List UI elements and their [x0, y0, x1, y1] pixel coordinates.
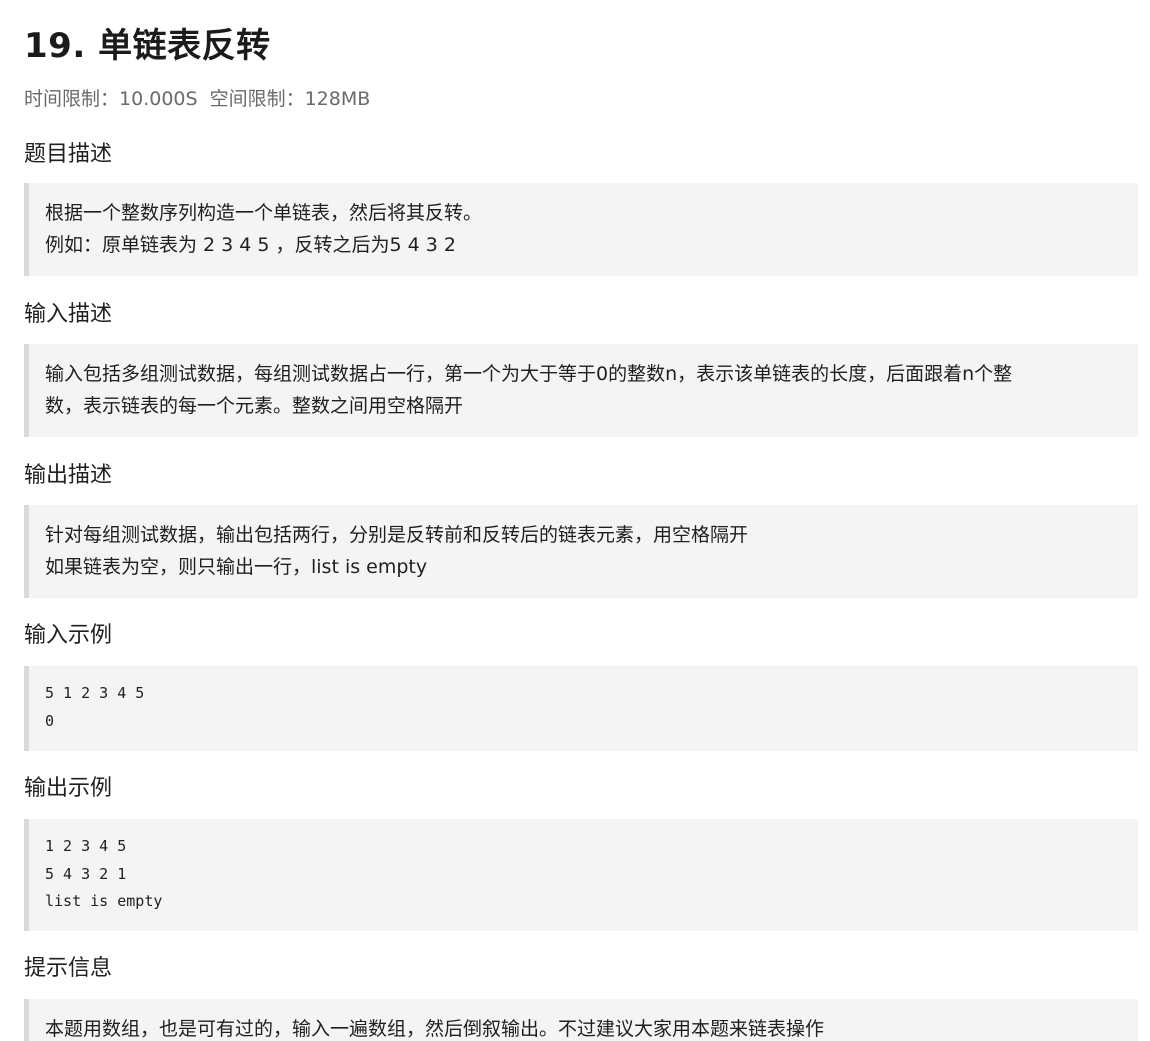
output-description-panel: 针对每组测试数据，输出包括两行，分别是反转前和反转后的链表元素，用空格隔开 如果… [24, 505, 1138, 598]
limits-row: 时间限制：10.000S 空间限制：128MB [24, 86, 370, 112]
output-description-heading: 输出描述 [24, 463, 113, 488]
output-description-line: 针对每组测试数据，输出包括两行，分别是反转前和反转后的链表元素，用空格隔开 [45, 524, 749, 546]
description-line: 根据一个整数序列构造一个单链表，然后将其反转。 [45, 202, 483, 224]
sample-input-line: 0 [45, 711, 55, 730]
sample-output-line: 5 4 3 2 1 [45, 864, 127, 883]
time-limit-label: 时间限制： [24, 88, 120, 110]
sample-output-heading: 输出示例 [24, 776, 113, 801]
memory-limit-label: 空间限制： [209, 88, 305, 110]
hint-heading: 提示信息 [24, 956, 113, 981]
problem-title: 19. 单链表反转 [24, 26, 271, 66]
sample-input-line: 5 1 2 3 4 5 [45, 684, 145, 702]
sample-output-panel: 1 2 3 4 5 5 4 3 2 1 list is empty [24, 819, 1138, 931]
input-description-heading: 输入描述 [24, 302, 113, 327]
input-description-line: 数，表示链表的每一个元素。整数之间用空格隔开 [45, 395, 464, 417]
hint-line: 本题用数组，也是可有过的，输入一遍数组，然后倒叙输出。不过建议大家用本题来链表操… [45, 1018, 825, 1040]
description-line: 例如：原单链表为 2 3 4 5 ，反转之后为5 4 3 2 [45, 234, 457, 256]
time-limit-value: 10.000S [119, 88, 198, 110]
sample-output-line: list is empty [45, 892, 163, 910]
input-description-line: 输入包括多组测试数据，每组测试数据占一行，第一个为大于等于0的整数n，表示该单链… [45, 363, 1013, 385]
description-panel: 根据一个整数序列构造一个单链表，然后将其反转。 例如：原单链表为 2 3 4 5… [24, 183, 1138, 276]
sample-input-panel: 5 1 2 3 4 5 0 [24, 666, 1138, 751]
hint-panel: 本题用数组，也是可有过的，输入一遍数组，然后倒叙输出。不过建议大家用本题来链表操… [24, 999, 1138, 1041]
output-description-line: 如果链表为空，则只输出一行，list is empty [45, 556, 428, 578]
problem-page: 19. 单链表反转 时间限制：10.000S 空间限制：128MB 题目描述 根据… [0, 0, 1150, 1041]
memory-limit-value: 128MB [304, 88, 371, 110]
sample-input-heading: 输入示例 [24, 623, 113, 648]
description-heading: 题目描述 [24, 142, 113, 167]
sample-output-line: 1 2 3 4 5 [45, 837, 127, 855]
input-description-panel: 输入包括多组测试数据，每组测试数据占一行，第一个为大于等于0的整数n，表示该单链… [24, 344, 1138, 437]
